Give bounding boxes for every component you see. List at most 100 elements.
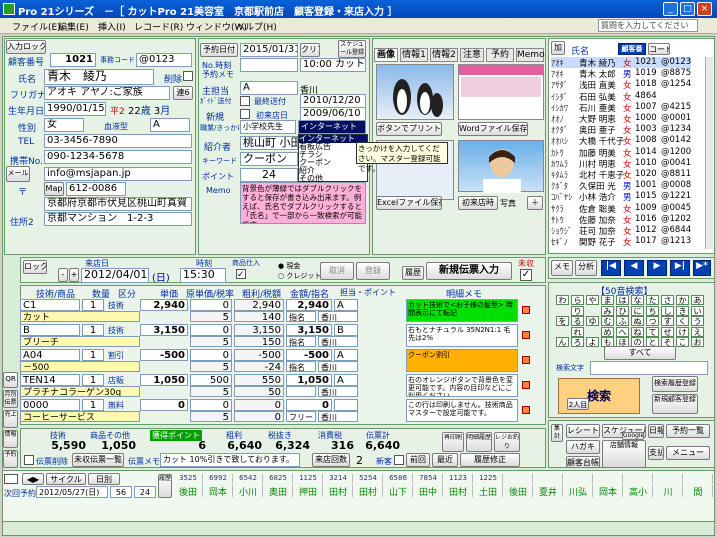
slip-profit[interactable]: 2,940 (234, 299, 284, 311)
receipt-button[interactable]: レジお釣り (494, 432, 520, 452)
customer-list-row[interactable]: ｱｵｷ 青木 太郎男 1019 @8875 (551, 68, 691, 80)
kana-key[interactable]: ち (646, 305, 659, 316)
search-text-field[interactable] (590, 361, 708, 375)
visit-count-button[interactable]: 来店回数 (312, 453, 350, 467)
customer-id-field[interactable]: 1021 (50, 53, 96, 67)
slip-cost[interactable]: 0 (190, 299, 232, 311)
last-send-field[interactable]: 2010/12/20 (300, 94, 366, 108)
gender-select[interactable]: 女 (44, 118, 84, 132)
slip-profit[interactable]: 3,150 (234, 324, 284, 336)
kana-key[interactable]: お (691, 337, 704, 347)
customer-list-row[interactable]: ｸﾎﾞﾀ 久保田 光男 1001 @0008 (551, 180, 691, 192)
slip-price[interactable]: 3,150 (140, 324, 188, 336)
slip-shimei[interactable]: フリー (286, 411, 316, 422)
customer-list-row[interactable]: ｾｷﾞﾉ 関野 花子女 1017 @1213 (551, 236, 691, 248)
slip-staff[interactable]: B (334, 324, 358, 336)
tab-memo[interactable]: Memo (516, 48, 545, 62)
customer-list-row[interactable]: ｷﾀﾑﾗ 北村 千恵子女 1020 @8811 (551, 169, 691, 181)
first-visit-field[interactable]: 2009/06/10 (300, 107, 366, 121)
kana-key[interactable]: け (676, 326, 689, 337)
customer-list-row[interactable]: ｶﾄｳ 加藤 明美女 1014 @1200 (551, 147, 691, 159)
slip-memo[interactable]: 右のオレンジボタンで背景色を変更可能です。内容の目印などにご利用ください。 (406, 374, 518, 397)
help-search-input[interactable]: 質問を入力してください (598, 19, 698, 32)
days-field[interactable]: 24 (134, 486, 156, 498)
footer-history-name[interactable]: 田村 (324, 485, 353, 498)
cycle-button[interactable]: サイクル (46, 473, 86, 485)
slip-memo[interactable]: 右もとナチュラル 35N2N1:1 毛先は2% (406, 324, 518, 347)
slip-price[interactable]: -500 (140, 349, 188, 361)
keyword-field[interactable]: クーポン (240, 152, 298, 166)
visit-time-field[interactable]: 15:30 (180, 268, 226, 283)
reg-code-field[interactable]: @0123 (136, 53, 192, 67)
analysis-button[interactable]: 分析 (575, 260, 597, 276)
job-select[interactable]: 小学校先生 (240, 120, 296, 134)
footer-history-name[interactable]: 川 (654, 485, 683, 498)
addr1-field[interactable]: 京都府京都市伏見区桃山町真賀 (44, 197, 192, 211)
qr-button[interactable]: QR (3, 372, 18, 388)
prev-record-button[interactable]: ◀ (624, 260, 644, 276)
slip-qty[interactable]: 1 (82, 349, 104, 361)
footer-history-name[interactable]: 小川 (234, 485, 263, 498)
slip-amount[interactable]: 1,050 (286, 374, 332, 386)
transfer-button[interactable]: 集計 (551, 424, 563, 442)
minimize-button[interactable]: _ (663, 2, 678, 16)
kana-key[interactable]: り (571, 305, 584, 316)
slip-qty[interactable]: 1 (82, 324, 104, 336)
kana-key[interactable]: こ (676, 337, 689, 347)
ledger-button[interactable]: 顧客台帳 (566, 456, 600, 468)
kana-key[interactable]: て (646, 326, 659, 337)
list-header-code[interactable]: コード (648, 43, 670, 55)
memo-color-button[interactable] (522, 331, 530, 339)
slip-memo-field[interactable]: カット 10%引きで致しております。 (160, 453, 300, 467)
customer-list-row[interactable]: ｶﾜﾑﾗ 川村 明恵女 1010 @0041 (551, 158, 691, 170)
slip-tax-rate[interactable]: 5 (190, 336, 232, 347)
slip-price[interactable]: 0 (140, 399, 188, 411)
tab-info1[interactable]: 情報1 (400, 48, 428, 62)
customer-list-row[interactable]: ｼｮｳｼﾞ 荘司 加奈女 1012 @6844 (551, 225, 691, 237)
register-button[interactable]: 登録 (356, 262, 390, 280)
info-button[interactable]: 情報 (3, 430, 18, 448)
slip-tax-rate[interactable]: 5 (190, 411, 232, 422)
customer-list-row[interactable]: ｲｼﾀﾞ 石田 弘美女 4864 (551, 91, 691, 103)
kana-key[interactable]: う (691, 316, 704, 326)
kana-key[interactable]: を (556, 316, 569, 326)
sales-button[interactable]: 売上 (3, 410, 18, 428)
memo-color-button[interactable] (522, 356, 530, 364)
kana-key[interactable]: つ (646, 316, 659, 326)
kana-key[interactable]: わ (556, 295, 569, 305)
memo-field[interactable]: 背景色が薄緑ではダブルクリックをすると保存が書き込み出来ます。例えば、氏名でダブ… (240, 182, 366, 224)
slip-item-code[interactable]: TEN14 (20, 374, 80, 386)
menu-file[interactable]: ファイル(E) (12, 20, 61, 33)
slip-tax-amount[interactable]: 140 (234, 311, 284, 322)
staff-select[interactable]: A (240, 81, 298, 95)
slip-item-name[interactable]: プラチナコラーゲン30g (20, 386, 140, 397)
memo-button[interactable]: メモ (551, 260, 573, 276)
payment-button[interactable]: 支払 (648, 446, 664, 460)
blood-select[interactable]: A (150, 118, 190, 132)
mail-button[interactable]: メール (6, 166, 30, 182)
kana-key[interactable]: ひ (616, 305, 629, 316)
first-record-button[interactable]: |◀ (601, 260, 621, 276)
kana-key[interactable]: へ (616, 326, 629, 337)
history-fix-button[interactable]: 履歴修正 (460, 453, 520, 467)
slip-qty[interactable]: 1 (82, 374, 104, 386)
slip-tax-amount[interactable]: -24 (234, 361, 284, 372)
slip-tax-rate[interactable]: 5 (190, 386, 232, 397)
detail-history-button[interactable]: 明細履歴 (466, 432, 492, 452)
delete-checkbox[interactable] (183, 71, 193, 81)
search-history-button[interactable]: 検索履歴登録 (652, 376, 698, 392)
store-info-button[interactable]: 店舗情報 (602, 440, 646, 468)
kana-key[interactable]: ね (631, 326, 644, 337)
slip-amount[interactable]: 3,150 (286, 324, 332, 336)
slip-staff-name[interactable]: 香川 (318, 386, 358, 397)
lock-button[interactable]: ロック (23, 260, 47, 274)
cash-radio[interactable]: ● 現金 (278, 261, 300, 271)
weeks-field[interactable]: 56 (110, 486, 132, 498)
kana-field[interactable]: アオキ アヤノ:ご家族 (44, 86, 170, 100)
footer-history-name[interactable]: 夏井 (534, 485, 563, 498)
menu-insert[interactable]: 挿入(I) (98, 20, 126, 33)
tab-reserve[interactable]: 予約 (486, 48, 514, 62)
kana-key[interactable]: し (661, 305, 674, 316)
slip-tax-rate[interactable]: 5 (190, 361, 232, 372)
footer-history-name[interactable]: 岡本 (594, 485, 623, 498)
